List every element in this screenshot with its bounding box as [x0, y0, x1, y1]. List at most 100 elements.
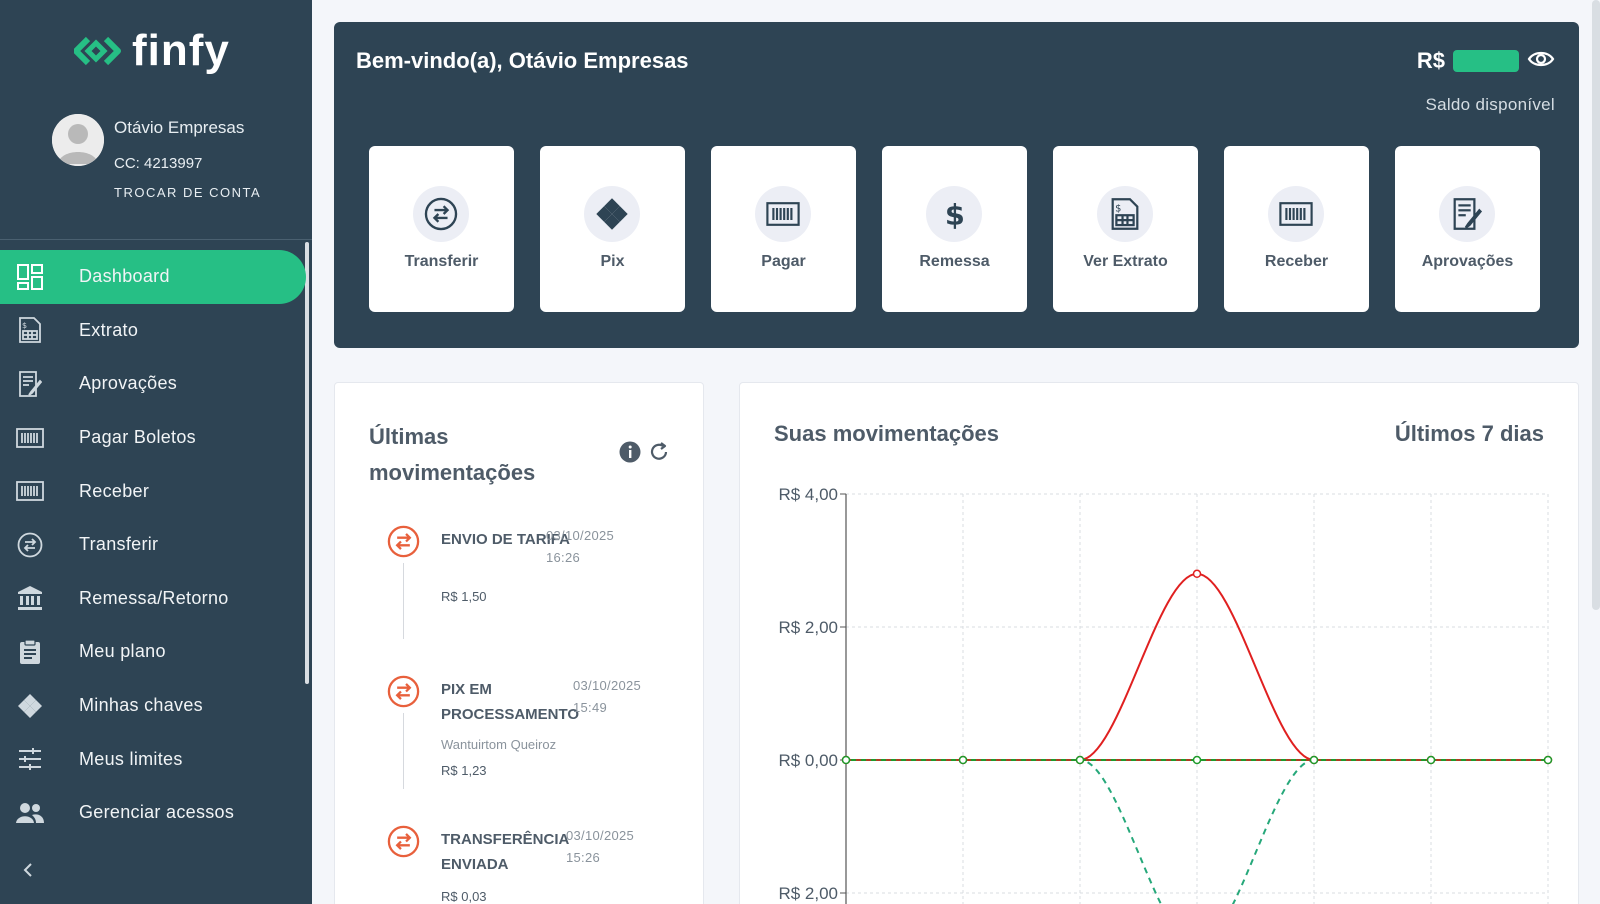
sidebar-item-meu-plano[interactable]: Meu plano — [0, 625, 306, 679]
sidebar-item-receber[interactable]: Receber — [0, 464, 306, 518]
balance: R$ — [1417, 48, 1555, 74]
pix-icon — [16, 692, 44, 720]
show-balance-button[interactable] — [1527, 49, 1555, 74]
sidebar-item-dashboard[interactable]: Dashboard — [0, 250, 306, 304]
statement-icon: $ — [1097, 186, 1153, 242]
sidebar-item-label: Extrato — [79, 319, 139, 340]
transfer-icon — [413, 186, 469, 242]
action-label: Transferir — [404, 253, 479, 270]
svg-text:$: $ — [945, 197, 965, 231]
svg-text:$: $ — [22, 321, 27, 330]
profile: Otávio Empresas CC: 4213997 TROCAR DE CO… — [52, 114, 302, 214]
sidebar-item-aprovacoes[interactable]: Aprovações — [0, 357, 306, 411]
action-label: Receber — [1264, 253, 1329, 270]
statement-icon: $ — [16, 316, 44, 344]
refresh-icon — [650, 442, 668, 460]
logo[interactable]: finfy — [74, 26, 230, 76]
transaction-time: 15:49 — [573, 700, 608, 715]
brand-name: finfy — [132, 26, 230, 75]
balance-label: Saldo disponível — [1425, 95, 1555, 114]
y-tick-label: R$ 2,00 — [778, 618, 838, 637]
refresh-button[interactable] — [648, 441, 670, 468]
movements-chart: R$ 4,00 R$ 2,00 R$ 0,00 R$ 2,00 — [778, 485, 1553, 904]
sidebar-item-label: Transferir — [79, 534, 159, 555]
sidebar-item-remessa-retorno[interactable]: Remessa/Retorno — [0, 572, 306, 626]
sidebar-item-pagar-boletos[interactable]: Pagar Boletos — [0, 411, 306, 465]
action-receber[interactable]: Receber — [1224, 146, 1369, 312]
sidebar-item-label: Aprovações — [79, 373, 178, 394]
transaction-time: 16:26 — [546, 550, 581, 565]
data-point — [1543, 755, 1553, 765]
transaction-date: 03/10/2025 — [546, 528, 615, 543]
series-line-0 — [846, 572, 1548, 761]
sidebar-item-label: Gerenciar acessos — [79, 802, 235, 823]
finfy-logo-icon — [74, 36, 121, 66]
chevron-left-icon — [23, 863, 32, 877]
barcode-icon — [16, 424, 44, 452]
balance-hidden-value — [1453, 50, 1519, 72]
action-label: Aprovações — [1421, 253, 1514, 270]
svg-text:$: $ — [1115, 204, 1121, 215]
transaction-title: PIX EM PROCESSAMENTO — [441, 681, 580, 723]
action-transferir[interactable]: Transferir — [369, 146, 514, 312]
barcode-icon — [16, 477, 44, 505]
switch-account-link[interactable]: TROCAR DE CONTA — [114, 185, 261, 200]
y-tick-label: R$ 0,00 — [778, 751, 838, 770]
account-number: CC: 4213997 — [114, 155, 203, 172]
action-ver-extrato[interactable]: $ Ver Extrato — [1053, 146, 1198, 312]
welcome-title: Bem-vindo(a), Otávio Empresas — [356, 48, 689, 73]
profile-name: Otávio Empresas — [114, 118, 245, 137]
pix-icon — [584, 186, 640, 242]
sidebar-item-minhas-chaves[interactable]: Minhas chaves — [0, 679, 306, 733]
transaction-date: 03/10/2025 — [566, 828, 635, 843]
transaction-amount: R$ 1,23 — [441, 763, 487, 778]
sidebar: finfy Otávio Empresas CC: 4213997 TROCAR… — [0, 0, 312, 904]
transaction-time: 15:26 — [566, 850, 601, 865]
action-remessa[interactable]: $ Remessa — [882, 146, 1027, 312]
action-label: Ver Extrato — [1083, 253, 1168, 270]
sidebar-item-gerenciar-acessos[interactable]: Gerenciar acessos — [0, 786, 306, 840]
sidebar-item-transferir[interactable]: Transferir — [0, 518, 306, 572]
y-tick-label: R$ 2,00 — [778, 884, 838, 903]
barcode-icon — [755, 186, 811, 242]
sidebar-divider — [0, 239, 312, 240]
sidebar-item-label: Receber — [79, 480, 150, 501]
action-aprovacoes[interactable]: Aprovações — [1395, 146, 1540, 312]
data-point — [841, 755, 851, 765]
data-point — [958, 755, 968, 765]
timeline-line — [403, 563, 404, 639]
user-avatar-icon — [52, 114, 104, 166]
action-label: Remessa — [919, 253, 990, 270]
sidebar-item-label: Meu plano — [79, 641, 166, 662]
sidebar-nav: Dashboard $ Extrato Aprovações Pagar Bol… — [0, 250, 306, 840]
sidebar-item-extrato[interactable]: $ Extrato — [0, 304, 306, 358]
approval-icon — [1439, 186, 1495, 242]
movements-chart-card: Suas movimentações Últimos 7 dias R$ 4,0… — [739, 382, 1579, 904]
barcode-icon — [1268, 186, 1324, 242]
data-point — [1192, 755, 1202, 765]
data-point — [1309, 755, 1319, 765]
approval-icon — [16, 370, 44, 398]
bank-icon — [16, 584, 44, 612]
transfer-icon — [387, 525, 420, 558]
collapse-sidebar-button[interactable] — [20, 862, 40, 882]
action-label: Pagar — [761, 253, 806, 270]
info-icon — [619, 441, 641, 463]
action-pix[interactable]: Pix — [540, 146, 685, 312]
timeline-line — [403, 713, 404, 789]
transfer-icon — [387, 825, 420, 858]
action-label: Pix — [600, 253, 625, 270]
dollar-icon: $ — [926, 186, 982, 242]
avatar[interactable] — [52, 114, 104, 166]
y-tick-label: R$ 4,00 — [778, 485, 838, 504]
sliders-icon — [16, 745, 44, 773]
clipboard-icon — [16, 638, 44, 666]
sidebar-item-label: Dashboard — [79, 266, 170, 287]
quick-actions: Transferir Pix Pagar $ Remessa $ Ver Ext… — [369, 146, 1540, 312]
sidebar-item-meus-limites[interactable]: Meus limites — [0, 732, 306, 786]
sidebar-item-label: Remessa/Retorno — [79, 587, 229, 608]
page-scrollbar[interactable] — [1592, 0, 1600, 610]
action-pagar[interactable]: Pagar — [711, 146, 856, 312]
dashboard-icon — [16, 263, 44, 291]
info-button[interactable] — [619, 441, 641, 468]
